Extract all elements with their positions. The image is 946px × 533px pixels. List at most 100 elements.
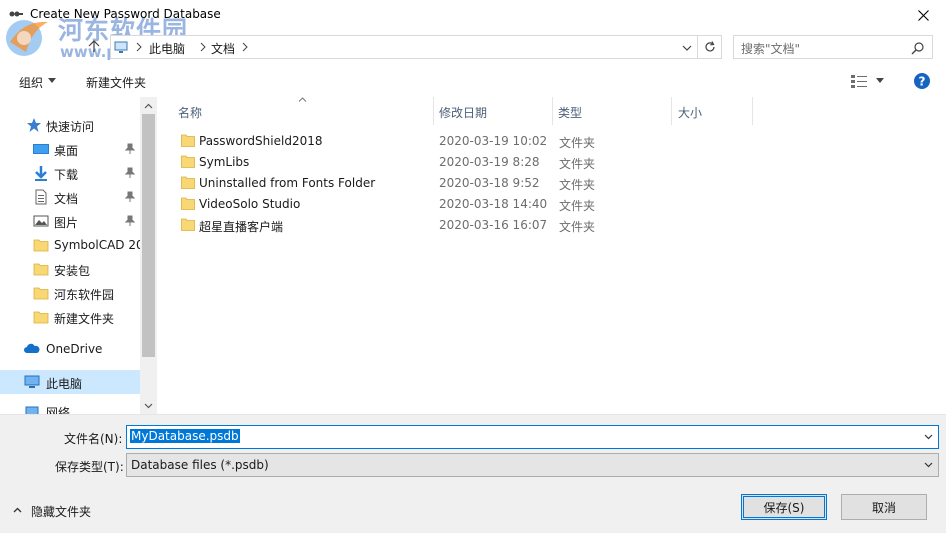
folder-icon bbox=[181, 155, 195, 168]
breadcrumb-this-pc[interactable]: 此电脑 bbox=[149, 40, 185, 57]
chevron-right-icon[interactable] bbox=[135, 42, 143, 52]
file-type: 文件夹 bbox=[559, 136, 596, 150]
save-button[interactable]: 保存(S) bbox=[741, 494, 827, 520]
caret-down-icon[interactable] bbox=[48, 78, 56, 83]
nav-scrollbar[interactable] bbox=[140, 97, 157, 414]
table-row[interactable]: VideoSolo Studio 2020-03-18 14:40 文件夹 bbox=[176, 194, 696, 215]
chevron-right-icon[interactable] bbox=[241, 42, 249, 52]
nav-quick-access[interactable]: 快速访问 bbox=[0, 113, 140, 137]
scroll-thumb[interactable] bbox=[142, 114, 155, 357]
nav-onedrive[interactable]: OneDrive bbox=[0, 337, 140, 361]
search-input[interactable]: 搜索"文档" bbox=[733, 35, 933, 59]
table-row[interactable]: SymLibs 2020-03-19 8:28 文件夹 bbox=[176, 152, 696, 173]
nav-onedrive-label: OneDrive bbox=[46, 342, 103, 356]
save-dialog: Create New Password Database 河东软件园 www.p… bbox=[0, 0, 946, 533]
refresh-button[interactable] bbox=[698, 35, 722, 59]
filetype-label: 保存类型(T): bbox=[55, 460, 124, 474]
table-row[interactable]: PasswordShield2018 2020-03-19 10:02 文件夹 bbox=[176, 131, 696, 152]
nav-item-label: 文档 bbox=[54, 192, 79, 206]
table-row[interactable]: Uninstalled from Fonts Folder 2020-03-18… bbox=[176, 173, 696, 194]
pin-icon[interactable] bbox=[125, 215, 135, 227]
column-header-type[interactable]: 类型 bbox=[553, 97, 671, 125]
hide-folders-toggle[interactable]: 隐藏文件夹 bbox=[31, 503, 91, 520]
chevron-up-icon[interactable] bbox=[13, 507, 22, 513]
column-header-name[interactable]: 名称 bbox=[158, 97, 433, 125]
filename-input[interactable]: MyDatabase.psdb bbox=[126, 425, 939, 449]
cloud-icon bbox=[24, 343, 40, 353]
close-button[interactable] bbox=[900, 0, 946, 30]
scroll-down-button[interactable] bbox=[140, 397, 157, 414]
desktop-icon bbox=[33, 144, 49, 154]
folder-icon bbox=[181, 134, 195, 147]
filetype-select[interactable]: Database files (*.psdb) bbox=[126, 453, 939, 477]
nav-item-hedong[interactable]: 河东软件园 bbox=[0, 281, 140, 305]
pin-icon[interactable] bbox=[125, 143, 135, 155]
folder-icon bbox=[181, 218, 195, 231]
column-header-size[interactable]: 大小 bbox=[672, 97, 752, 125]
scroll-up-button[interactable] bbox=[140, 97, 157, 114]
column-header-label: 类型 bbox=[558, 106, 583, 120]
pin-icon[interactable] bbox=[125, 167, 135, 179]
column-header-date[interactable]: 修改日期 bbox=[434, 97, 552, 125]
search-icon[interactable] bbox=[911, 41, 925, 55]
nav-item-label: 桌面 bbox=[54, 144, 79, 158]
filetype-value: Database files (*.psdb) bbox=[131, 458, 269, 472]
filename-value[interactable]: MyDatabase.psdb bbox=[130, 429, 240, 443]
table-row[interactable]: 超星直播客户端 2020-03-16 16:07 文件夹 bbox=[176, 215, 696, 236]
breadcrumb-documents[interactable]: 文档 bbox=[211, 40, 235, 57]
nav-item-pictures[interactable]: 图片 bbox=[0, 209, 140, 233]
arrow-up-icon[interactable] bbox=[86, 38, 102, 54]
save-options-panel: 文件名(N): MyDatabase.psdb 保存类型(T): Databas… bbox=[0, 414, 946, 533]
file-date: 2020-03-19 10:02 bbox=[439, 134, 548, 148]
view-options-icon[interactable] bbox=[851, 74, 867, 88]
pictures-icon bbox=[33, 215, 49, 227]
nav-item-downloads[interactable]: 下载 bbox=[0, 161, 140, 185]
nav-item-symbolcad[interactable]: SymbolCAD 20 bbox=[0, 233, 144, 257]
folder-icon bbox=[33, 239, 49, 252]
chevron-right-icon[interactable] bbox=[199, 42, 207, 52]
computer-icon bbox=[114, 41, 128, 53]
chevron-down-icon[interactable] bbox=[681, 43, 693, 53]
help-icon[interactable]: ? bbox=[914, 73, 930, 89]
file-name: 超星直播客户端 bbox=[199, 220, 284, 234]
chevron-down-icon[interactable] bbox=[924, 462, 933, 468]
nav-quick-access-label: 快速访问 bbox=[46, 120, 95, 134]
chevron-up-icon bbox=[144, 103, 153, 108]
file-type: 文件夹 bbox=[559, 157, 596, 171]
column-header-label: 修改日期 bbox=[439, 106, 488, 120]
pin-icon[interactable] bbox=[125, 191, 135, 203]
nav-item-desktop[interactable]: 桌面 bbox=[0, 137, 140, 161]
navigation-pane: 快速访问 桌面 下载 文档 图片 SymbolCAD 20 安装包 河东软件园 … bbox=[0, 97, 157, 414]
star-icon bbox=[27, 118, 41, 132]
file-name: PasswordShield2018 bbox=[199, 134, 323, 148]
refresh-icon bbox=[704, 41, 715, 52]
column-header-label: 名称 bbox=[178, 106, 203, 120]
document-icon bbox=[35, 189, 47, 205]
nav-item-label: 河东软件园 bbox=[54, 288, 115, 302]
nav-item-new-folder[interactable]: 新建文件夹 bbox=[0, 305, 140, 329]
column-divider[interactable] bbox=[752, 97, 753, 125]
download-icon bbox=[35, 166, 47, 181]
chevron-down-icon[interactable] bbox=[924, 434, 933, 440]
file-name: SymLibs bbox=[199, 155, 250, 169]
nav-item-install-packages[interactable]: 安装包 bbox=[0, 257, 140, 281]
address-bar[interactable]: 此电脑 文档 bbox=[110, 35, 698, 59]
nav-item-documents[interactable]: 文档 bbox=[0, 185, 140, 209]
organize-menu[interactable]: 组织 bbox=[19, 74, 43, 91]
nav-network[interactable]: 网络 bbox=[0, 399, 140, 414]
save-button-label: 保存(S) bbox=[763, 500, 805, 515]
svg-text:?: ? bbox=[919, 75, 926, 89]
caret-down-icon[interactable] bbox=[876, 78, 884, 83]
nav-network-label: 网络 bbox=[46, 406, 71, 414]
file-date: 2020-03-16 16:07 bbox=[439, 218, 548, 232]
nav-this-pc[interactable]: 此电脑 bbox=[0, 370, 140, 394]
nav-item-label: 图片 bbox=[54, 216, 79, 230]
network-icon bbox=[25, 406, 39, 414]
file-type: 文件夹 bbox=[559, 178, 596, 192]
chevron-down-icon bbox=[144, 403, 153, 408]
nav-item-label: 新建文件夹 bbox=[54, 312, 115, 326]
command-toolbar: 组织 新建文件夹 ? bbox=[0, 66, 946, 96]
nav-item-label: 下载 bbox=[54, 168, 79, 182]
new-folder-button[interactable]: 新建文件夹 bbox=[86, 74, 146, 91]
cancel-button[interactable]: 取消 bbox=[841, 494, 927, 520]
